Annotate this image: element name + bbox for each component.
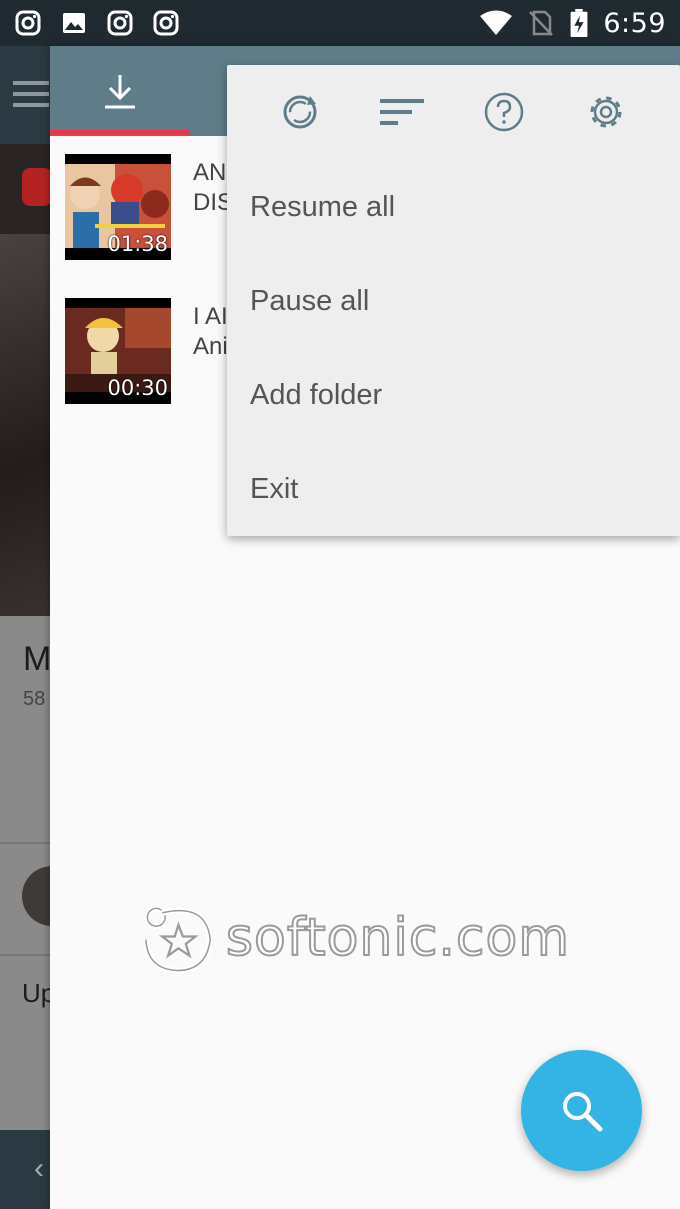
sort-button[interactable] bbox=[377, 87, 427, 137]
search-icon bbox=[562, 1091, 602, 1131]
background-video bbox=[0, 144, 50, 616]
overflow-menu: Resume all Pause all Add folder Exit bbox=[227, 65, 680, 536]
instagram-icon bbox=[153, 10, 179, 36]
softonic-watermark: softonic.com bbox=[140, 888, 570, 988]
image-icon bbox=[63, 13, 85, 33]
instagram-icon bbox=[15, 10, 41, 36]
clock: 6:59 bbox=[603, 7, 666, 39]
no-sim-icon bbox=[529, 10, 554, 36]
divider bbox=[0, 842, 50, 844]
watermark-text: softonic.com bbox=[225, 907, 570, 969]
background-subtext: 58 bbox=[23, 688, 46, 710]
refresh-button[interactable] bbox=[275, 87, 325, 137]
background-heading: M bbox=[23, 640, 50, 678]
settings-icon bbox=[590, 96, 622, 128]
video-duration: 01:38 bbox=[107, 232, 168, 256]
background-toolbar bbox=[0, 46, 50, 144]
menu-item-exit[interactable]: Exit bbox=[250, 459, 650, 519]
instagram-icon bbox=[107, 10, 133, 36]
background-nav-bar: ‹ bbox=[0, 1130, 50, 1209]
video-duration: 00:30 bbox=[107, 376, 168, 400]
battery-charging-icon bbox=[570, 9, 588, 37]
menu-item-add-folder[interactable]: Add folder bbox=[250, 365, 650, 425]
tab-downloads[interactable] bbox=[50, 46, 190, 136]
menu-icon-row bbox=[227, 65, 680, 159]
help-icon bbox=[484, 92, 524, 132]
search-fab[interactable] bbox=[521, 1050, 642, 1171]
divider bbox=[0, 954, 50, 956]
status-bar: 6:59 bbox=[0, 0, 680, 46]
sort-icon bbox=[380, 99, 424, 125]
refresh-icon bbox=[283, 95, 317, 129]
video-thumbnail: 00:30 bbox=[65, 298, 171, 404]
wifi-icon bbox=[480, 10, 513, 35]
video-thumbnail: 01:38 bbox=[65, 154, 171, 260]
tab-indicator bbox=[50, 130, 190, 135]
background-app: M 58 Up ‹ bbox=[0, 46, 50, 1209]
download-icon bbox=[105, 75, 135, 109]
back-icon[interactable]: ‹ bbox=[34, 1152, 44, 1186]
menu-item-resume-all[interactable]: Resume all bbox=[250, 177, 650, 237]
settings-button[interactable] bbox=[581, 87, 631, 137]
softonic-logo-icon bbox=[142, 905, 214, 974]
help-button[interactable] bbox=[479, 87, 529, 137]
hamburger-menu-icon[interactable] bbox=[13, 81, 49, 114]
youtube-logo-icon bbox=[22, 168, 50, 206]
background-section-label: Up bbox=[22, 978, 50, 1008]
menu-item-pause-all[interactable]: Pause all bbox=[250, 271, 650, 331]
